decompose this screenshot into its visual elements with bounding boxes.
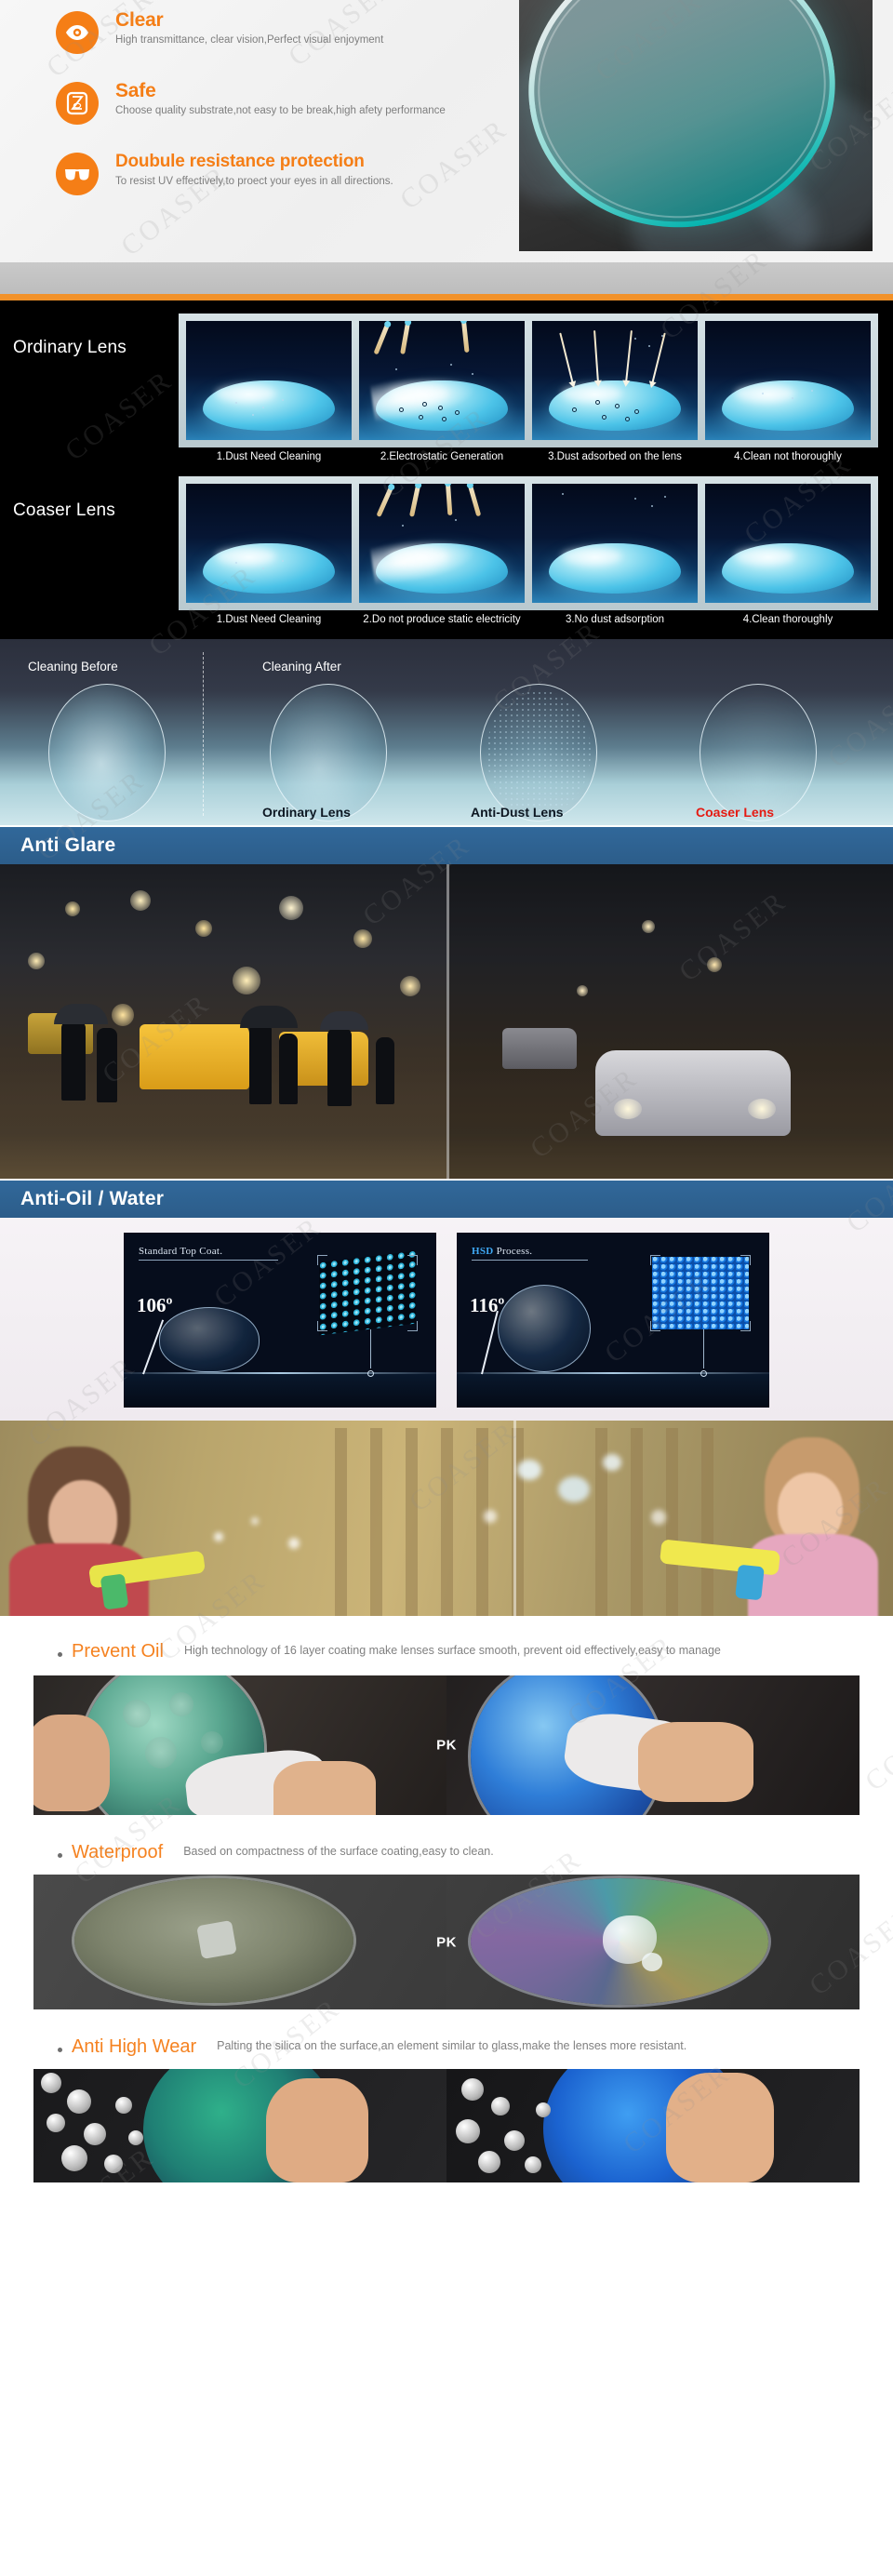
pk-image-right xyxy=(446,1875,860,2009)
pk-badge: PK xyxy=(436,1737,457,1754)
banner-title: Anti-Oil / Water xyxy=(20,1188,165,1209)
contact-angle-panel-standard: Standard Top Coat. 106º xyxy=(124,1233,436,1408)
dust-caption: 3.Dust adsorbed on the lens xyxy=(548,451,682,462)
dust-caption: 4.Clean thoroughly xyxy=(742,614,833,625)
feature-title: Clear xyxy=(115,9,164,31)
dust-row-captions: 1.Dust Need Cleaning 2.Electrostatic Gen… xyxy=(179,447,878,463)
benefit-desc: Palting the silica on the surface,an ele… xyxy=(217,2039,687,2052)
lens-oval-antidust xyxy=(480,684,597,821)
benefit-prevent-oil: Prevent Oil High technology of 16 layer … xyxy=(0,1616,893,1824)
pk-image-right xyxy=(446,2069,860,2182)
waterproof-comparison: PK xyxy=(33,1875,860,2009)
cleaning-divider xyxy=(203,652,204,816)
benefit-anti-high-wear: Anti High Wear Palting the silica on the… xyxy=(0,2019,893,2182)
lens-oval-before xyxy=(48,684,166,821)
benefit-name: Prevent Oil xyxy=(72,1641,164,1662)
feature-item-safe: Safe Choose quality substrate,not easy t… xyxy=(56,80,507,125)
dust-frame-1 xyxy=(186,321,352,440)
product-detail-page: COASERCOASERCOASERCOASERCOASERCOASERCOAS… xyxy=(0,0,893,2182)
dust-caption: 4.Clean not thoroughly xyxy=(734,451,842,462)
feature-title: Doubule resistance protection xyxy=(115,152,365,171)
pk-image-right xyxy=(446,1675,860,1815)
panel-title-text: Standard Top Coat. xyxy=(139,1246,279,1261)
dust-caption: 1.Dust Need Cleaning xyxy=(216,614,322,625)
lens-oval-coaser xyxy=(700,684,817,821)
dust-row-images xyxy=(179,476,878,610)
cleaning-before-label: Cleaning Before xyxy=(28,660,118,674)
benefit-desc: High technology of 16 layer coating make… xyxy=(183,1644,721,1657)
dust-row-ordinary: Ordinary Lens 1.Dust Need Cleaning 2.Ele… xyxy=(0,314,893,463)
benefit-heading-row: Anti High Wear Palting the silica on the… xyxy=(0,2035,893,2058)
surface-zoom-hsd xyxy=(650,1255,751,1331)
contact-angle-value: 106º xyxy=(137,1294,173,1316)
feature-desc: High transmittance, clear vision,Perfect… xyxy=(115,34,384,46)
pk-image-left xyxy=(33,1875,446,2009)
dust-frame-3 xyxy=(532,484,698,603)
panel-title: Standard Top Coat. xyxy=(139,1246,279,1261)
dust-row-label: Ordinary Lens xyxy=(13,338,127,357)
feature-item-double-resistance: Doubule resistance protection To resist … xyxy=(56,151,507,195)
cleaning-after-label: Cleaning After xyxy=(262,660,341,674)
benefit-heading-row: Waterproof Based on compactness of the s… xyxy=(0,1841,893,1863)
grey-divider-band xyxy=(0,262,893,294)
contact-angle-panel-hsd: HSD Process. 116º xyxy=(457,1233,769,1408)
dust-caption: 2.Electrostatic Generation xyxy=(380,451,504,462)
benefit-desc: Based on compactness of the surface coat… xyxy=(183,1845,494,1858)
banner-anti-glare: Anti Glare xyxy=(0,825,893,864)
lens-product-photo xyxy=(519,0,873,251)
lens-oval-ordinary xyxy=(270,684,387,821)
sunglasses-icon xyxy=(56,153,99,195)
dust-row-label: Coaser Lens xyxy=(13,501,115,520)
dust-frame-4 xyxy=(705,484,871,603)
features-list: Clear High transmittance, clear vision,P… xyxy=(0,0,507,221)
eye-icon xyxy=(56,11,99,54)
anti-wear-comparison xyxy=(33,2069,860,2182)
dust-caption: 1.Dust Need Cleaning xyxy=(216,451,322,462)
panel-title: HSD Process. xyxy=(472,1246,589,1261)
feature-item-clear: Clear High transmittance, clear vision,P… xyxy=(56,9,507,54)
cleaning-caption-coaser: Coaser Lens xyxy=(696,805,775,820)
dust-frame-4 xyxy=(705,321,871,440)
water-repellency-photo xyxy=(0,1421,893,1616)
shield-impact-icon xyxy=(56,82,99,125)
cleaning-caption-ordinary: Ordinary Lens xyxy=(262,805,351,820)
dust-row-coaser: Coaser Lens 1.Dust Need Cleaning 2.Do no… xyxy=(0,476,893,626)
cleaning-caption-antidust: Anti-Dust Lens xyxy=(471,805,564,820)
orange-divider-band xyxy=(0,294,893,300)
features-section: Clear High transmittance, clear vision,P… xyxy=(0,0,893,262)
contact-angle-diagrams: Standard Top Coat. 106º HSD Process. 116 xyxy=(0,1218,893,1421)
dust-caption: 3.No dust adsorption xyxy=(565,614,665,625)
dust-frame-2 xyxy=(359,484,525,603)
surface-zoom-standard xyxy=(317,1250,418,1336)
benefit-name: Anti High Wear xyxy=(72,2036,197,2057)
pk-badge: PK xyxy=(436,1934,457,1950)
banner-title: Anti Glare xyxy=(20,834,116,856)
feature-title: Safe xyxy=(115,80,156,101)
pk-image-left xyxy=(33,1675,446,1815)
dust-frame-3 xyxy=(532,321,698,440)
feature-desc: Choose quality substrate,not easy to be … xyxy=(115,105,446,116)
dust-caption: 2.Do not produce static electricity xyxy=(363,614,521,625)
panel-title-text: HSD Process. xyxy=(472,1246,589,1261)
bullet-icon xyxy=(58,1853,62,1858)
banner-anti-oil-water: Anti-Oil / Water xyxy=(0,1179,893,1218)
prevent-oil-comparison: PK xyxy=(33,1675,860,1815)
benefit-name: Waterproof xyxy=(72,1842,164,1862)
panel-title-prefix: HSD xyxy=(472,1246,494,1257)
dust-row-images xyxy=(179,314,878,447)
panel-title-suffix: Process. xyxy=(493,1246,533,1257)
feature-desc: To resist UV effectively,to proect your … xyxy=(115,176,393,187)
dust-row-captions: 1.Dust Need Cleaning 2.Do not produce st… xyxy=(179,610,878,626)
pk-image-left xyxy=(33,2069,446,2182)
dust-comparison-section: Ordinary Lens 1.Dust Need Cleaning 2.Ele… xyxy=(0,300,893,639)
bullet-icon xyxy=(58,1652,62,1657)
cleaning-comparison-section: Cleaning Before Cleaning After Ordinary … xyxy=(0,639,893,825)
anti-glare-photo xyxy=(0,864,893,1179)
bullet-icon xyxy=(58,2048,62,2052)
benefit-heading-row: Prevent Oil High technology of 16 layer … xyxy=(0,1640,893,1662)
benefit-waterproof: Waterproof Based on compactness of the s… xyxy=(0,1824,893,2019)
dust-frame-1 xyxy=(186,484,352,603)
dust-frame-2 xyxy=(359,321,525,440)
